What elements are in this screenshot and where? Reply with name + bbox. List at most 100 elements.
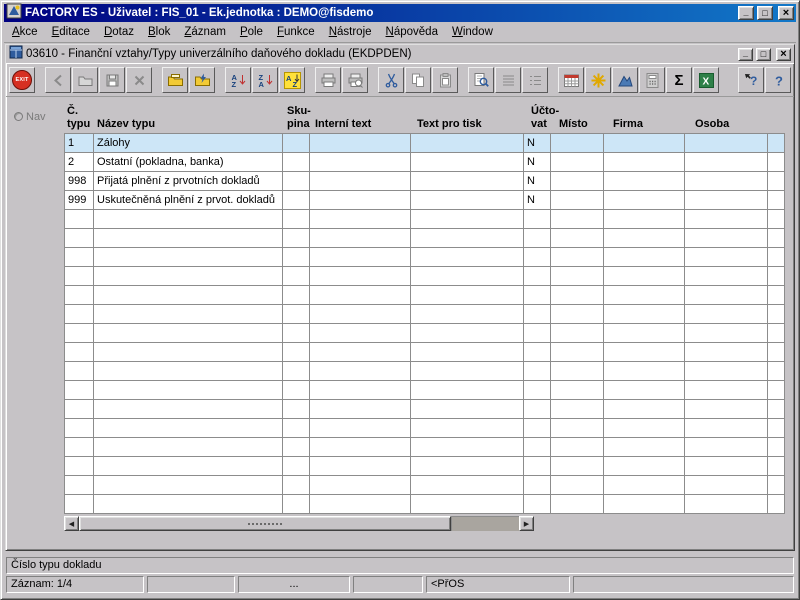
- cell-filler[interactable]: [767, 418, 785, 438]
- cell-text-pro-tisk[interactable]: [410, 361, 524, 381]
- menu-item-editace[interactable]: Editace: [45, 24, 97, 40]
- cell-firma[interactable]: [603, 171, 685, 191]
- menu-item-akce[interactable]: Akce: [5, 24, 45, 40]
- cell-firma[interactable]: [603, 285, 685, 305]
- cell-cislo-typu[interactable]: 1: [64, 133, 94, 153]
- cell-interni-text[interactable]: [309, 494, 411, 514]
- cell-osoba[interactable]: [684, 304, 768, 324]
- menu-item-zaznam[interactable]: Záznam: [177, 24, 233, 40]
- cell-cislo-typu[interactable]: [64, 437, 94, 457]
- cell-skupina[interactable]: [282, 342, 310, 362]
- cell-nazev-typu[interactable]: Zálohy: [93, 133, 283, 153]
- cell-cislo-typu[interactable]: 2: [64, 152, 94, 172]
- cell-firma[interactable]: [603, 304, 685, 324]
- cell-misto[interactable]: [550, 266, 604, 286]
- cell-nazev-typu[interactable]: [93, 399, 283, 419]
- menu-item-nastroje[interactable]: Nástroje: [322, 24, 379, 40]
- cell-uctovat[interactable]: [523, 494, 551, 514]
- cell-filler[interactable]: [767, 133, 785, 153]
- cell-misto[interactable]: [550, 399, 604, 419]
- cell-misto[interactable]: [550, 361, 604, 381]
- cell-skupina[interactable]: [282, 228, 310, 248]
- cell-osoba[interactable]: [684, 190, 768, 210]
- cell-osoba[interactable]: [684, 228, 768, 248]
- cell-misto[interactable]: [550, 475, 604, 495]
- cell-skupina[interactable]: [282, 361, 310, 381]
- clear-record-button[interactable]: [126, 67, 152, 93]
- cell-filler[interactable]: [767, 247, 785, 267]
- menu-item-pole[interactable]: Pole: [233, 24, 270, 40]
- cell-filler[interactable]: [767, 152, 785, 172]
- cell-misto[interactable]: [550, 228, 604, 248]
- cell-cislo-typu[interactable]: [64, 209, 94, 229]
- cell-misto[interactable]: [550, 304, 604, 324]
- cell-filler[interactable]: [767, 171, 785, 191]
- cell-cislo-typu[interactable]: [64, 475, 94, 495]
- cell-interni-text[interactable]: [309, 418, 411, 438]
- cell-text-pro-tisk[interactable]: [410, 323, 524, 343]
- cell-cislo-typu[interactable]: [64, 380, 94, 400]
- cell-text-pro-tisk[interactable]: [410, 266, 524, 286]
- cell-cislo-typu[interactable]: [64, 494, 94, 514]
- cell-text-pro-tisk[interactable]: [410, 380, 524, 400]
- cell-filler[interactable]: [767, 285, 785, 305]
- cell-misto[interactable]: [550, 133, 604, 153]
- cell-filler[interactable]: [767, 304, 785, 324]
- cell-text-pro-tisk[interactable]: [410, 418, 524, 438]
- cell-misto[interactable]: [550, 342, 604, 362]
- cell-text-pro-tisk[interactable]: [410, 456, 524, 476]
- cell-cislo-typu[interactable]: 999: [64, 190, 94, 210]
- cell-filler[interactable]: [767, 437, 785, 457]
- cell-text-pro-tisk[interactable]: [410, 133, 524, 153]
- cell-uctovat[interactable]: [523, 285, 551, 305]
- cell-misto[interactable]: [550, 152, 604, 172]
- cell-filler[interactable]: [767, 380, 785, 400]
- cell-interni-text[interactable]: [309, 342, 411, 362]
- cell-interni-text[interactable]: [309, 266, 411, 286]
- cut-button[interactable]: [378, 67, 404, 93]
- sort-ascending-button[interactable]: AZ: [225, 67, 251, 93]
- cell-filler[interactable]: [767, 323, 785, 343]
- cell-nazev-typu[interactable]: [93, 475, 283, 495]
- cell-text-pro-tisk[interactable]: [410, 171, 524, 191]
- cell-nazev-typu[interactable]: [93, 209, 283, 229]
- scroll-left-button[interactable]: ◀: [64, 516, 79, 531]
- cell-skupina[interactable]: [282, 475, 310, 495]
- form-minimize-button[interactable]: _: [738, 47, 753, 61]
- cell-interni-text[interactable]: [309, 475, 411, 495]
- cell-firma[interactable]: [603, 209, 685, 229]
- cell-interni-text[interactable]: [309, 190, 411, 210]
- menu-item-blok[interactable]: Blok: [141, 24, 177, 40]
- cell-cislo-typu[interactable]: [64, 285, 94, 305]
- cell-filler[interactable]: [767, 228, 785, 248]
- cell-skupina[interactable]: [282, 190, 310, 210]
- cell-firma[interactable]: [603, 152, 685, 172]
- copy-button[interactable]: [405, 67, 431, 93]
- cell-osoba[interactable]: [684, 323, 768, 343]
- menu-item-funkce[interactable]: Funkce: [270, 24, 322, 40]
- cell-uctovat[interactable]: [523, 456, 551, 476]
- cell-firma[interactable]: [603, 437, 685, 457]
- cell-text-pro-tisk[interactable]: [410, 228, 524, 248]
- cell-osoba[interactable]: [684, 152, 768, 172]
- find-button[interactable]: [468, 67, 494, 93]
- cell-interni-text[interactable]: [309, 323, 411, 343]
- form-close-button[interactable]: ×: [776, 47, 791, 61]
- enter-query-button[interactable]: [162, 67, 188, 93]
- cell-interni-text[interactable]: [309, 285, 411, 305]
- exit-button[interactable]: EXIT: [9, 67, 35, 93]
- cell-osoba[interactable]: [684, 494, 768, 514]
- cell-interni-text[interactable]: [309, 133, 411, 153]
- cell-skupina[interactable]: [282, 133, 310, 153]
- cell-nazev-typu[interactable]: [93, 285, 283, 305]
- cell-nazev-typu[interactable]: Ostatní (pokladna, banka): [93, 152, 283, 172]
- cell-skupina[interactable]: [282, 152, 310, 172]
- cell-nazev-typu[interactable]: [93, 418, 283, 438]
- cell-text-pro-tisk[interactable]: [410, 190, 524, 210]
- cell-osoba[interactable]: [684, 418, 768, 438]
- cell-nazev-typu[interactable]: [93, 323, 283, 343]
- export-excel-button[interactable]: X: [693, 67, 719, 93]
- menu-item-napoveda[interactable]: Nápověda: [379, 24, 445, 40]
- cell-text-pro-tisk[interactable]: [410, 494, 524, 514]
- open-button[interactable]: [72, 67, 98, 93]
